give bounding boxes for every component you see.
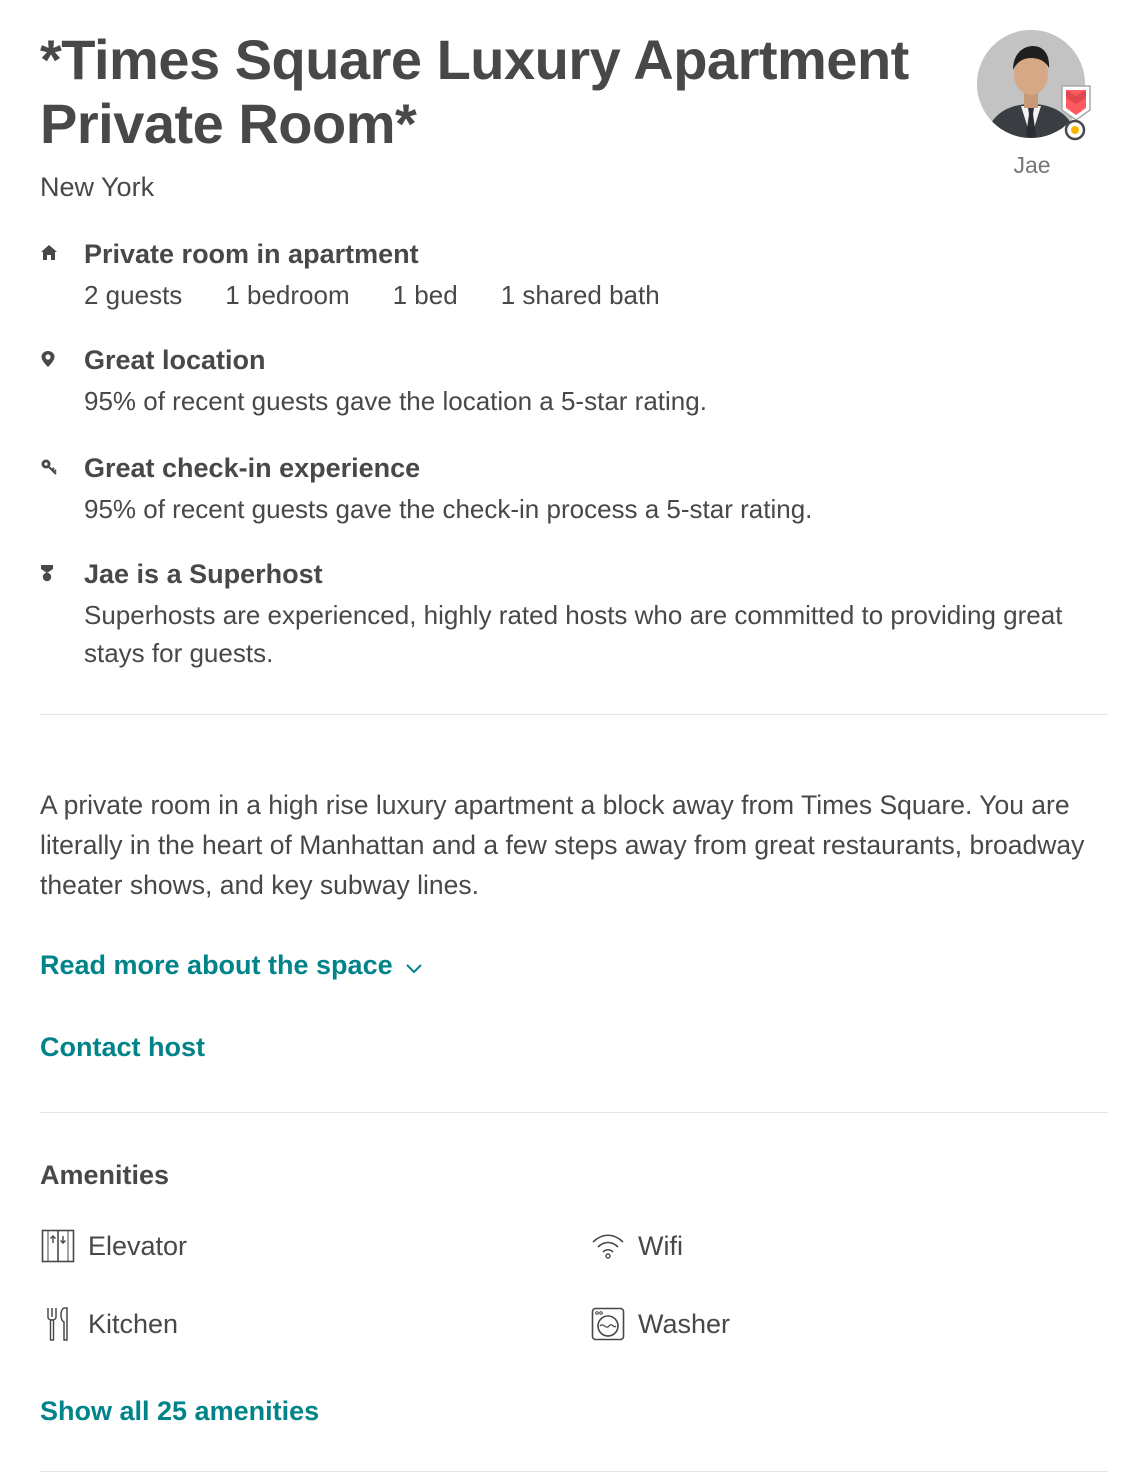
spec-beds: 1 bed [392, 280, 458, 310]
amenity-label: Elevator [88, 1230, 188, 1261]
amenity-label: Washer [638, 1308, 731, 1339]
highlight-title: Great location [84, 345, 266, 375]
highlight-description: Superhosts are experienced, highly rated… [84, 600, 1063, 668]
listing-location[interactable]: New York [40, 170, 154, 204]
amenity-wifi: Wifi [590, 1226, 683, 1266]
spec-baths: 1 shared bath [500, 280, 660, 310]
divider [40, 1471, 1108, 1472]
contact-host-link[interactable]: Contact host [40, 1032, 205, 1063]
spec-guests: 2 guests [84, 280, 183, 310]
wifi-icon [590, 1228, 626, 1264]
highlight-title: Great check-in experience [84, 453, 421, 483]
room-specs: 2 guests 1 bedroom 1 bed 1 shared bath [84, 276, 703, 314]
kitchen-icon [40, 1306, 76, 1342]
highlight-location: Great location 95% of recent guests gave… [40, 344, 1110, 424]
highlight-title: Jae is a Superhost [84, 559, 323, 589]
home-icon [40, 244, 57, 262]
read-more-link[interactable]: Read more about the space [40, 950, 423, 982]
superhost-badge-icon [1058, 82, 1094, 147]
listing-title: *Times Square Luxury Apartment Private R… [40, 28, 909, 155]
amenity-label: Wifi [638, 1230, 683, 1261]
highlight-description: 95% of recent guests gave the location a… [84, 386, 707, 416]
amenities-heading: Amenities [40, 1160, 170, 1190]
highlight-superhost: Jae is a Superhost Superhosts are experi… [40, 558, 1110, 678]
elevator-icon [40, 1228, 76, 1264]
highlight-title: Private room in apartment [84, 239, 419, 269]
spec-bedrooms: 1 bedroom [225, 280, 350, 310]
map-pin-icon [40, 350, 56, 368]
highlight-room-type: Private room in apartment 2 guests 1 bed… [40, 238, 1110, 318]
highlight-description: 95% of recent guests gave the check-in p… [84, 494, 813, 524]
divider [40, 714, 1108, 715]
amenity-label: Kitchen [88, 1308, 179, 1339]
amenity-elevator: Elevator [40, 1226, 187, 1266]
chevron-down-icon [405, 951, 423, 982]
show-all-amenities-link[interactable]: Show all 25 amenities [40, 1396, 319, 1427]
host-name[interactable]: Jae [1000, 152, 1064, 179]
amenity-washer: Washer [590, 1304, 730, 1344]
listing-description: A private room in a high rise luxury apa… [40, 790, 1085, 900]
highlight-checkin: Great check-in experience 95% of recent … [40, 452, 1110, 532]
superhost-medal-icon [40, 564, 56, 582]
divider [40, 1112, 1108, 1113]
read-more-label: Read more about the space [40, 950, 393, 980]
washer-icon [590, 1306, 626, 1342]
key-icon [40, 458, 57, 476]
amenity-kitchen: Kitchen [40, 1304, 178, 1344]
